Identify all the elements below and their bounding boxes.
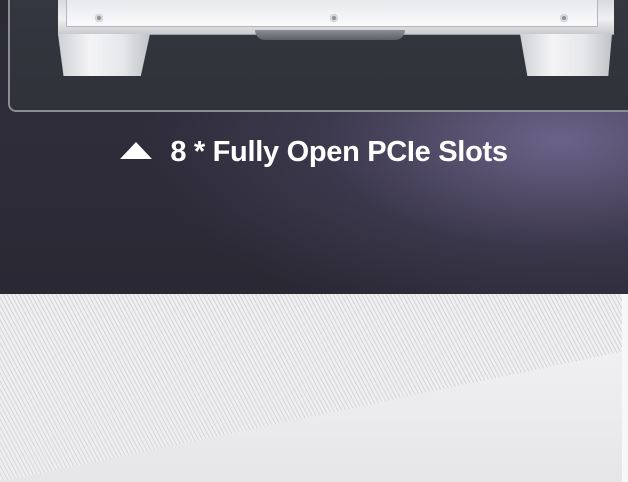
feature-caption: 8 * Fully Open PCIe Slots <box>0 136 628 169</box>
triangle-up-icon <box>120 141 153 159</box>
screw-icon <box>95 14 103 22</box>
dark-banner: 8 * Fully Open PCIe Slots <box>0 0 628 294</box>
feature-caption-text: 8 * Fully Open PCIe Slots <box>170 136 508 168</box>
chassis-foot-left <box>58 34 150 76</box>
screw-icon <box>560 14 568 22</box>
right-edge-strip <box>622 294 628 482</box>
center-bracket <box>255 30 405 40</box>
screw-icon <box>330 14 338 22</box>
chassis-foot-right <box>520 34 612 76</box>
